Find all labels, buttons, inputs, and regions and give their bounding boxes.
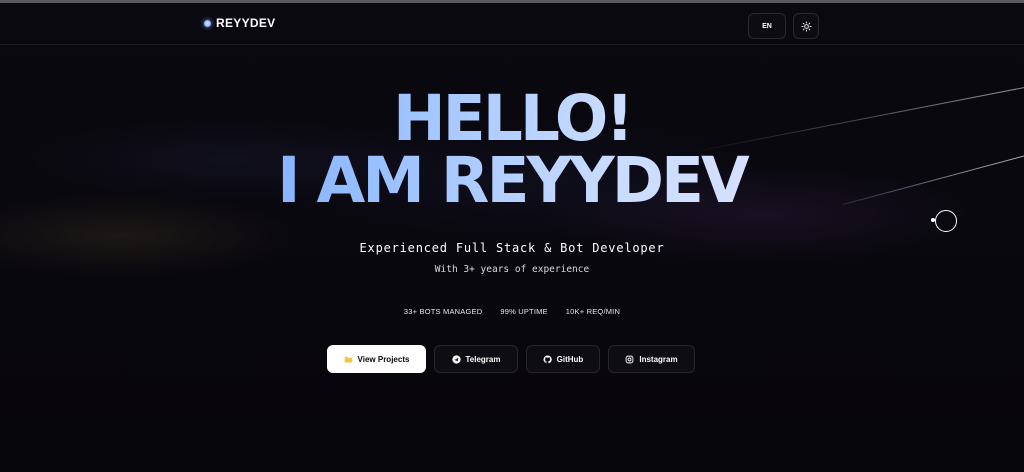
instagram-icon — [626, 355, 634, 363]
sun-icon — [800, 20, 812, 32]
hero-heading: HELLO! I AM REYYDEV — [0, 87, 1024, 212]
github-icon — [543, 355, 552, 363]
instagram-label: Instagram — [639, 354, 678, 364]
github-label: GitHub — [556, 354, 584, 364]
view-projects-button[interactable]: View Projects — [327, 345, 426, 373]
brand-dot-icon — [204, 19, 211, 27]
stat-bots-managed: 33+ BOTS MANAGED — [403, 307, 483, 316]
stat-requests: 10K+ REQ/MIN — [565, 307, 621, 316]
github-button[interactable]: GitHub — [526, 345, 600, 373]
theme-toggle-button[interactable] — [793, 13, 819, 39]
view-projects-label: View Projects — [357, 354, 410, 364]
telegram-button[interactable]: Telegram — [434, 345, 518, 373]
stats-row: 33+ BOTS MANAGED 99% UPTIME 10K+ REQ/MIN — [0, 307, 1024, 316]
page: REYYDEV EN HELLO! I AM REYYDEV Experienc… — [0, 0, 1024, 472]
telegram-icon — [451, 354, 461, 364]
hero-subtitle: Experienced Full Stack & Bot Developer — [359, 241, 665, 255]
language-button[interactable]: EN — [748, 13, 786, 39]
folder-icon — [344, 356, 352, 362]
hero-tagline: With 3+ years of experience — [434, 264, 590, 275]
brand-name: REYYDEV — [216, 16, 276, 30]
hero-line-1: HELLO! — [0, 87, 1024, 150]
brand-logo[interactable]: REYYDEV — [204, 16, 275, 30]
telegram-label: Telegram — [465, 354, 501, 364]
action-buttons: View Projects Telegram GitHub Instagram — [327, 345, 695, 373]
navbar: REYYDEV EN — [0, 3, 1024, 45]
instagram-button[interactable]: Instagram — [608, 345, 695, 373]
cursor-ring — [935, 210, 957, 232]
stat-uptime: 99% UPTIME — [500, 307, 548, 316]
hero-line-2: I AM REYYDEV — [0, 149, 1024, 212]
